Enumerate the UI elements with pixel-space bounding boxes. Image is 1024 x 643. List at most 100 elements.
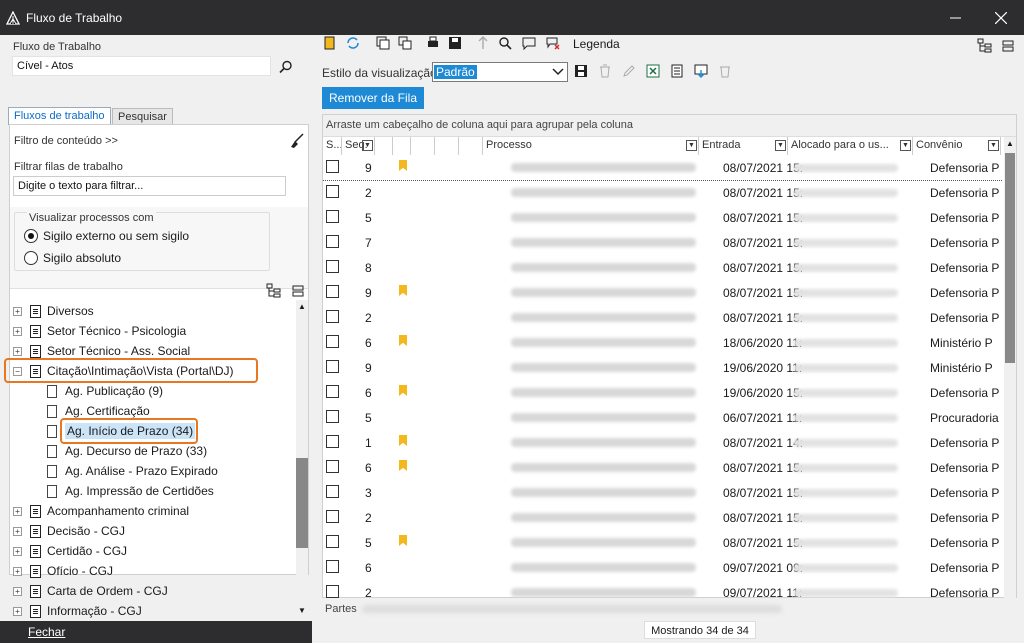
row-checkbox[interactable] [326, 285, 339, 298]
expand-node-icon[interactable]: + [13, 606, 22, 616]
expand-node-icon[interactable]: + [13, 566, 22, 576]
radio-sigilo-externo-label[interactable]: Sigilo externo ou sem sigilo [43, 229, 189, 243]
column-header[interactable] [393, 137, 411, 155]
column-header[interactable] [459, 137, 483, 155]
column-header[interactable]: Seq. ▼ [342, 137, 375, 155]
collapse-icon[interactable] [1002, 40, 1014, 52]
column-filter-icon[interactable]: ▼ [775, 140, 786, 151]
radio-sigilo-absoluto[interactable] [24, 251, 38, 265]
copy-icon[interactable] [398, 36, 412, 50]
content-filter-toggle[interactable]: Filtro de conteúdo >> [14, 135, 118, 147]
close-button[interactable]: Fechar [0, 621, 312, 643]
workflow-field[interactable]: Cível - Atos [12, 56, 271, 76]
remove-from-queue-button[interactable]: Remover da Fila [322, 87, 424, 109]
tree-node[interactable]: Ag. Decurso de Prazo (33) [47, 441, 207, 461]
table-row[interactable]: 8 08/07/2021 15: Defensoria P [323, 255, 1003, 280]
grid-scroll-up-icon[interactable]: ▲ [1006, 139, 1014, 148]
minimize-button[interactable] [932, 0, 978, 35]
table-row[interactable]: 6 18/06/2020 11: Ministério P [323, 330, 1003, 355]
row-checkbox[interactable] [326, 560, 339, 573]
find-icon[interactable] [498, 36, 512, 50]
excel-icon[interactable] [646, 64, 660, 78]
expand-node-icon[interactable]: + [13, 526, 22, 536]
comment-icon[interactable] [522, 36, 536, 50]
expand-node-icon[interactable]: + [13, 586, 22, 596]
row-checkbox[interactable] [326, 485, 339, 498]
table-row[interactable]: 5 08/07/2021 15: Defensoria P [323, 205, 1003, 230]
column-filter-icon[interactable]: ▼ [900, 140, 911, 151]
tree-node[interactable]: Ag. Impressão de Certidões [47, 481, 214, 501]
row-checkbox[interactable] [326, 210, 339, 223]
column-header[interactable]: Convênio ▼ [913, 137, 1001, 155]
grid-scroll-thumb[interactable] [1005, 153, 1015, 363]
tab-workflows[interactable]: Fluxos de trabalho [8, 107, 111, 125]
scroll-down-icon[interactable]: ▼ [298, 606, 306, 615]
table-row[interactable]: 2 08/07/2021 15: Defensoria P [323, 505, 1003, 530]
document-icon[interactable] [670, 64, 684, 78]
tree-node[interactable]: + Informação - CGJ [13, 601, 142, 621]
table-row[interactable]: 2 08/07/2021 15: Defensoria P [323, 180, 1003, 205]
row-checkbox[interactable] [326, 435, 339, 448]
grid-scrollbar[interactable]: ▲ [1004, 137, 1016, 598]
select-all-icon[interactable] [376, 36, 390, 50]
tree-node[interactable]: + Setor Técnico - Psicologia [13, 321, 186, 341]
expand-node-icon[interactable]: + [13, 346, 22, 356]
expand-node-icon[interactable]: + [13, 306, 22, 316]
export-icon[interactable] [694, 64, 708, 78]
row-checkbox[interactable] [326, 410, 339, 423]
row-checkbox[interactable] [326, 335, 339, 348]
folder-icon[interactable] [324, 36, 338, 50]
column-header[interactable] [375, 137, 393, 155]
expand-tree-icon[interactable] [266, 283, 282, 299]
tree-node[interactable]: + Ofício - CGJ [13, 561, 113, 581]
tree-scrollbar[interactable]: ▲ ▼ [296, 300, 308, 618]
row-checkbox[interactable] [326, 535, 339, 548]
table-row[interactable]: 7 08/07/2021 15: Defensoria P [323, 230, 1003, 255]
tree-node[interactable]: Ag. Publicação (9) [47, 381, 163, 401]
row-checkbox[interactable] [326, 160, 339, 173]
expand-node-icon[interactable]: + [13, 326, 22, 336]
table-row[interactable]: 6 19/06/2020 15: Defensoria P [323, 380, 1003, 405]
row-checkbox[interactable] [326, 260, 339, 273]
scroll-up-icon[interactable]: ▲ [298, 302, 306, 311]
column-filter-icon[interactable]: ▼ [988, 140, 999, 151]
row-checkbox[interactable] [326, 510, 339, 523]
row-checkbox[interactable] [326, 235, 339, 248]
table-row[interactable]: 6 08/07/2021 15: Defensoria P [323, 455, 1003, 480]
column-header[interactable] [435, 137, 459, 155]
refresh-icon[interactable] [346, 36, 360, 50]
view-style-select[interactable]: Padrão [432, 62, 568, 82]
group-by-area[interactable]: Arraste um cabeçalho de coluna aqui para… [323, 115, 1016, 137]
radio-sigilo-absoluto-label[interactable]: Sigilo absoluto [43, 251, 121, 265]
close-window-button[interactable] [978, 0, 1024, 35]
row-checkbox[interactable] [326, 385, 339, 398]
tree-node[interactable]: Ag. Análise - Prazo Expirado [47, 461, 218, 481]
column-header[interactable]: Processo ▼ [483, 137, 699, 155]
column-header[interactable]: Alocado para o us... ▼ [788, 137, 913, 155]
legend-button[interactable]: Legenda [573, 37, 620, 51]
save-icon[interactable] [574, 64, 588, 78]
table-row[interactable]: 2 09/07/2021 11: Defensoria P [323, 580, 1003, 598]
table-row[interactable]: 5 08/07/2021 15: Defensoria P [323, 530, 1003, 555]
save-doc-icon[interactable] [448, 36, 462, 50]
filter-queues-input[interactable]: Digite o texto para filtrar... [13, 176, 286, 196]
expand-node-icon[interactable]: + [13, 506, 22, 516]
tree-node[interactable]: + Diversos [13, 301, 94, 321]
tree-node[interactable]: + Acompanhamento criminal [13, 501, 189, 521]
expand-node-icon[interactable]: + [13, 546, 22, 556]
remove-comment-icon[interactable] [546, 36, 560, 50]
table-row[interactable]: 3 08/07/2021 15: Defensoria P [323, 480, 1003, 505]
column-header[interactable]: Entrada ▼ [699, 137, 788, 155]
table-row[interactable]: 9 08/07/2021 15: Defensoria P [323, 280, 1003, 305]
row-checkbox[interactable] [326, 185, 339, 198]
table-row[interactable]: 6 09/07/2021 09: Defensoria P [323, 555, 1003, 580]
row-checkbox[interactable] [326, 310, 339, 323]
tree-node[interactable]: + Carta de Ordem - CGJ [13, 581, 168, 601]
table-row[interactable]: 9 08/07/2021 15: Defensoria P [323, 155, 1003, 181]
tree-view-icon[interactable] [977, 38, 993, 54]
row-checkbox[interactable] [326, 360, 339, 373]
table-row[interactable]: 2 08/07/2021 15: Defensoria P [323, 305, 1003, 330]
broom-icon[interactable] [289, 133, 305, 149]
column-header[interactable] [411, 137, 435, 155]
radio-sigilo-externo[interactable] [24, 229, 38, 243]
